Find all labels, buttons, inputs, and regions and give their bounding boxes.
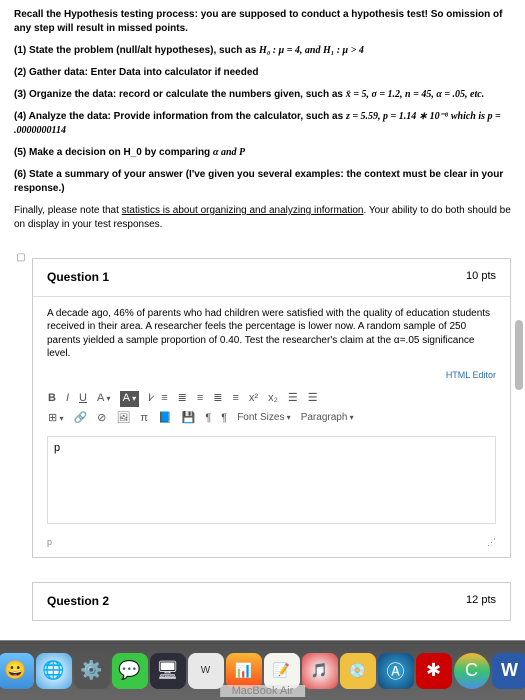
editor-content: p — [54, 442, 60, 454]
editor-status-bar: p ⋰ — [33, 534, 510, 557]
dock-stats-icon[interactable]: 📊 — [226, 653, 262, 689]
step-3: (3) Organize the data: record or calcula… — [14, 88, 511, 102]
intro-text: Recall the Hypothesis testing process: y… — [14, 8, 511, 36]
italic-button[interactable]: I — [65, 391, 70, 406]
dock-appstore-icon[interactable]: Ⓐ — [378, 653, 414, 689]
list-ol-button[interactable]: ☰ — [307, 391, 319, 406]
rtl-button[interactable]: ¶ — [220, 411, 228, 426]
question-2-card: Question 2 12 pts — [32, 582, 511, 621]
media-button[interactable]: 📘 — [157, 411, 173, 426]
editor-path: p — [47, 536, 52, 549]
text-color-button[interactable]: A — [96, 391, 112, 406]
instructions-block: Recall the Hypothesis testing process: y… — [14, 8, 511, 232]
html-editor-link[interactable]: HTML Editor — [33, 367, 510, 386]
underline-button[interactable]: U — [78, 391, 88, 406]
indent-button[interactable]: ≡ — [232, 391, 240, 406]
question-2-points: 12 pts — [466, 593, 496, 610]
step-5: (5) Make a decision on H_0 by comparing … — [14, 146, 511, 160]
step-4: (4) Analyze the data: Provide informatio… — [14, 110, 511, 138]
dock-word-icon[interactable]: W — [492, 653, 525, 689]
equation-button[interactable]: π — [139, 411, 149, 426]
list-ul-button[interactable]: ☰ — [287, 391, 299, 406]
dock-wolfram-icon[interactable]: ✱ — [416, 653, 452, 689]
image-button[interactable]: 🖼 — [115, 411, 131, 426]
dock-chrome-icon[interactable]: C — [454, 653, 490, 689]
font-sizes-dropdown[interactable]: Font Sizes — [236, 411, 292, 425]
step-6: (6) State a summary of your answer (I've… — [14, 168, 511, 196]
flag-icon[interactable]: ▢ — [14, 251, 28, 621]
dock-notes-icon[interactable]: 📝 — [264, 653, 300, 689]
question-1-body: A decade ago, 46% of parents who had chi… — [33, 297, 510, 367]
question-1-card: Question 1 10 pts A decade ago, 46% of p… — [32, 258, 511, 558]
align-left-button[interactable]: ≡ — [160, 391, 168, 406]
align-center-button[interactable]: ≣ — [177, 391, 188, 406]
ltr-button[interactable]: ¶ — [204, 411, 212, 426]
unlink-button[interactable]: ⊘ — [96, 411, 107, 426]
step-1: (1) State the problem (null/alt hypothes… — [14, 44, 511, 58]
dock-safari-icon[interactable]: 🌐 — [36, 653, 72, 689]
bold-button[interactable]: B — [47, 391, 57, 406]
step-2: (2) Gather data: Enter Data into calcula… — [14, 66, 511, 80]
main-content: Recall the Hypothesis testing process: y… — [0, 0, 525, 640]
dock-doc-icon[interactable]: W — [188, 653, 224, 689]
answer-editor[interactable]: p — [47, 436, 496, 524]
save-button[interactable]: 💾 — [181, 411, 197, 426]
subscript-button[interactable]: x₂ — [267, 391, 279, 406]
link-button[interactable]: 🔗 — [72, 411, 88, 426]
question-1-points: 10 pts — [466, 269, 496, 286]
align-justify-button[interactable]: ≣ — [212, 391, 223, 406]
resize-handle-icon[interactable]: ⋰ — [487, 536, 496, 549]
final-note: Finally, please note that statistics is … — [14, 204, 511, 232]
paragraph-dropdown[interactable]: Paragraph — [300, 411, 355, 425]
dock-display-icon[interactable]: 🖥 — [150, 653, 186, 689]
question-2-title: Question 2 — [47, 593, 109, 610]
dock-settings-icon[interactable]: ⚙️ — [74, 653, 110, 689]
dock-messages-icon[interactable]: 💬 — [112, 653, 148, 689]
clear-format-button[interactable]: I̷ — [147, 391, 152, 406]
scrollbar[interactable] — [515, 320, 523, 390]
align-right-button[interactable]: ≡ — [196, 391, 204, 406]
macbook-label: MacBook Air — [220, 685, 306, 697]
dock-disc-icon[interactable]: 💿 — [340, 653, 376, 689]
table-button[interactable]: ⊞ — [47, 411, 64, 426]
dock-itunes-icon[interactable]: 🎵 — [302, 653, 338, 689]
question-1-header: Question 1 10 pts — [33, 259, 510, 297]
editor-toolbar: B I U A A I̷ ≡ ≣ ≡ ≣ ≡ x² x₂ ☰ ☰ — [33, 385, 510, 432]
dock-finder-icon[interactable]: 😀 — [0, 653, 34, 689]
bg-color-button[interactable]: A — [120, 391, 140, 406]
question-1-title: Question 1 — [47, 269, 109, 286]
superscript-button[interactable]: x² — [248, 391, 259, 406]
